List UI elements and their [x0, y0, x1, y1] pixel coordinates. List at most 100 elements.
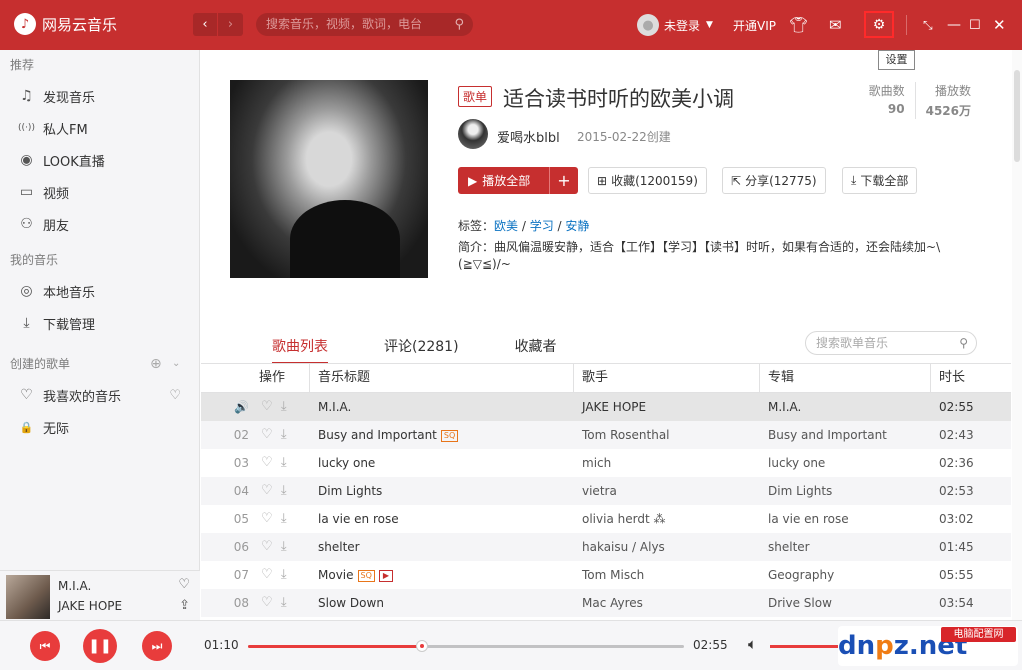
- download-icon[interactable]: ⤓: [281, 455, 287, 470]
- add-playlist-icon[interactable]: ⊕: [150, 349, 162, 379]
- progress-bar[interactable]: [248, 640, 684, 652]
- creator-name[interactable]: 爱喝水blbl: [497, 127, 560, 146]
- track-artist[interactable]: Tom Misch: [582, 561, 644, 589]
- prev-button[interactable]: ⏮: [30, 631, 60, 661]
- track-artist[interactable]: mich: [582, 449, 611, 477]
- share-icon[interactable]: ⇪: [179, 598, 190, 613]
- heart-icon[interactable]: ♡: [261, 483, 273, 498]
- table-row[interactable]: 03 ♡ ⤓ lucky one mich lucky one 02:36: [201, 449, 1011, 477]
- volume-icon[interactable]: 🔈︎: [748, 635, 757, 653]
- col-title[interactable]: 音乐标题: [309, 364, 370, 392]
- tab-comments[interactable]: 评论(2281): [384, 336, 459, 364]
- creator-avatar[interactable]: [458, 119, 488, 149]
- play-all-main[interactable]: ▶ 播放全部: [458, 167, 550, 194]
- track-title-cell[interactable]: Slow Down: [318, 589, 384, 617]
- tag-link[interactable]: 安静: [565, 219, 589, 233]
- track-title-cell[interactable]: M.I.A.: [318, 393, 351, 421]
- tab-subscribers[interactable]: 收藏者: [515, 336, 557, 364]
- mail-icon[interactable]: ✉: [829, 0, 842, 50]
- chevron-down-icon[interactable]: ⌄: [172, 349, 180, 379]
- track-artist[interactable]: Mac Ayres: [582, 589, 643, 617]
- next-button[interactable]: ⏭: [142, 631, 172, 661]
- sidebar-item-playlist[interactable]: 🔒 无际: [0, 411, 199, 443]
- scrollbar[interactable]: [1012, 50, 1022, 620]
- forward-button[interactable]: ›: [218, 13, 243, 36]
- sidebar-item-discover[interactable]: ♫ 发现音乐: [0, 80, 199, 112]
- sidebar-item-fm[interactable]: ((·)) 私人FM: [0, 112, 199, 144]
- mv-icon[interactable]: ▶: [378, 570, 394, 582]
- download-all-button[interactable]: ⤓ 下载全部: [842, 167, 918, 194]
- volume-slider[interactable]: [770, 645, 840, 648]
- global-search-input[interactable]: 搜索音乐，视频，歌词，电台 ⚲: [256, 13, 473, 36]
- download-icon[interactable]: ⤓: [281, 483, 287, 498]
- track-artist[interactable]: Tom Rosenthal: [582, 421, 670, 449]
- skin-icon[interactable]: 👕︎: [789, 0, 808, 50]
- now-playing-cover[interactable]: [6, 575, 50, 619]
- track-album[interactable]: la vie en rose: [768, 505, 849, 533]
- track-album[interactable]: shelter: [768, 533, 810, 561]
- sidebar-item-look[interactable]: ◉ LOOK直播: [0, 144, 199, 176]
- download-icon[interactable]: ⤓: [281, 511, 287, 526]
- track-album[interactable]: M.I.A.: [768, 393, 801, 421]
- search-icon[interactable]: ⚲: [959, 332, 968, 354]
- heart-icon[interactable]: ♡: [261, 595, 273, 610]
- track-album[interactable]: Drive Slow: [768, 589, 832, 617]
- download-icon[interactable]: ⤓: [281, 399, 287, 414]
- tab-songs[interactable]: 歌曲列表: [272, 336, 328, 364]
- download-icon[interactable]: ⤓: [281, 427, 287, 442]
- sidebar-item-video[interactable]: ▭ 视频: [0, 176, 199, 208]
- table-row[interactable]: 02 ♡ ⤓ Busy and Important SQ Tom Rosenthal Bu…: [201, 421, 1011, 449]
- heart-icon[interactable]: ♡: [261, 567, 273, 582]
- download-icon[interactable]: ⤓: [281, 567, 287, 582]
- sidebar-item-local[interactable]: ◎ 本地音乐: [0, 275, 199, 307]
- track-album[interactable]: Geography: [768, 561, 834, 589]
- add-to-queue-icon[interactable]: +: [550, 171, 578, 190]
- table-row[interactable]: 08 ♡ ⤓ Slow Down Mac Ayres Drive Slow 03:54: [201, 589, 1011, 617]
- settings-button[interactable]: ⚙: [864, 11, 894, 38]
- mini-mode-icon[interactable]: ⤡: [923, 0, 933, 50]
- search-icon[interactable]: ⚲: [454, 13, 464, 36]
- heartbeat-mode-icon[interactable]: ♡: [169, 388, 181, 403]
- table-row[interactable]: 04 ♡ ⤓ Dim Lights vietra Dim Lights 02:53: [201, 477, 1011, 505]
- collect-button[interactable]: ⊞ 收藏(1200159): [588, 167, 707, 194]
- download-icon[interactable]: ⤓: [281, 595, 287, 610]
- close-icon[interactable]: ✕: [993, 0, 1006, 50]
- tag-link[interactable]: 学习: [530, 219, 554, 233]
- user-login[interactable]: ● 未登录 ▼: [637, 0, 713, 50]
- like-icon[interactable]: ♡: [178, 577, 190, 592]
- track-title-cell[interactable]: shelter: [318, 533, 360, 561]
- playlist-search-input[interactable]: 搜索歌单音乐 ⚲: [805, 331, 977, 355]
- heart-icon[interactable]: ♡: [261, 455, 273, 470]
- col-album[interactable]: 专辑: [759, 364, 794, 392]
- track-artist[interactable]: JAKE HOPE: [582, 393, 646, 421]
- progress-handle[interactable]: [416, 640, 429, 652]
- tag-link[interactable]: 欧美: [494, 219, 518, 233]
- table-row[interactable]: 07 ♡ ⤓ Movie SQ ▶ Tom Misch Geography 05:55: [201, 561, 1011, 589]
- table-row[interactable]: 06 ♡ ⤓ shelter hakaisu / Alys shelter 01:45: [201, 533, 1011, 561]
- minimize-icon[interactable]: —: [947, 0, 961, 50]
- track-artist[interactable]: hakaisu / Alys: [582, 533, 665, 561]
- play-all-button[interactable]: ▶ 播放全部 +: [458, 167, 578, 194]
- table-row[interactable]: 05 ♡ ⤓ la vie en rose olivia herdt ⁂ la vie …: [201, 505, 1011, 533]
- col-duration[interactable]: 时长: [930, 364, 965, 392]
- heart-icon[interactable]: ♡: [261, 427, 273, 442]
- share-button[interactable]: ⇱ 分享(12775): [722, 167, 826, 194]
- track-title-cell[interactable]: Dim Lights: [318, 477, 382, 505]
- heart-icon[interactable]: ♡: [261, 539, 273, 554]
- track-artist[interactable]: vietra: [582, 477, 617, 505]
- scrollbar-thumb[interactable]: [1014, 70, 1020, 162]
- sidebar-item-liked[interactable]: ♡ 我喜欢的音乐 ♡: [0, 379, 199, 411]
- sidebar-item-downloads[interactable]: ⤓ 下载管理: [0, 307, 199, 339]
- heart-icon[interactable]: ♡: [261, 511, 273, 526]
- maximize-icon[interactable]: ☐: [969, 0, 981, 50]
- app-logo[interactable]: ♪ 网易云音乐: [14, 13, 117, 35]
- col-artist[interactable]: 歌手: [573, 364, 608, 392]
- now-playing-mini[interactable]: M.I.A. JAKE HOPE ♡ ⇪: [0, 570, 200, 620]
- track-artist[interactable]: olivia herdt ⁂: [582, 505, 665, 533]
- heart-icon[interactable]: ♡: [261, 399, 273, 414]
- table-row[interactable]: 🔊 ♡ ⤓ M.I.A. JAKE HOPE M.I.A. 02:55: [201, 393, 1011, 421]
- track-title-cell[interactable]: la vie en rose: [318, 505, 399, 533]
- track-album[interactable]: Busy and Important: [768, 421, 887, 449]
- vip-button[interactable]: 开通VIP: [733, 0, 776, 50]
- back-button[interactable]: ‹: [193, 13, 218, 36]
